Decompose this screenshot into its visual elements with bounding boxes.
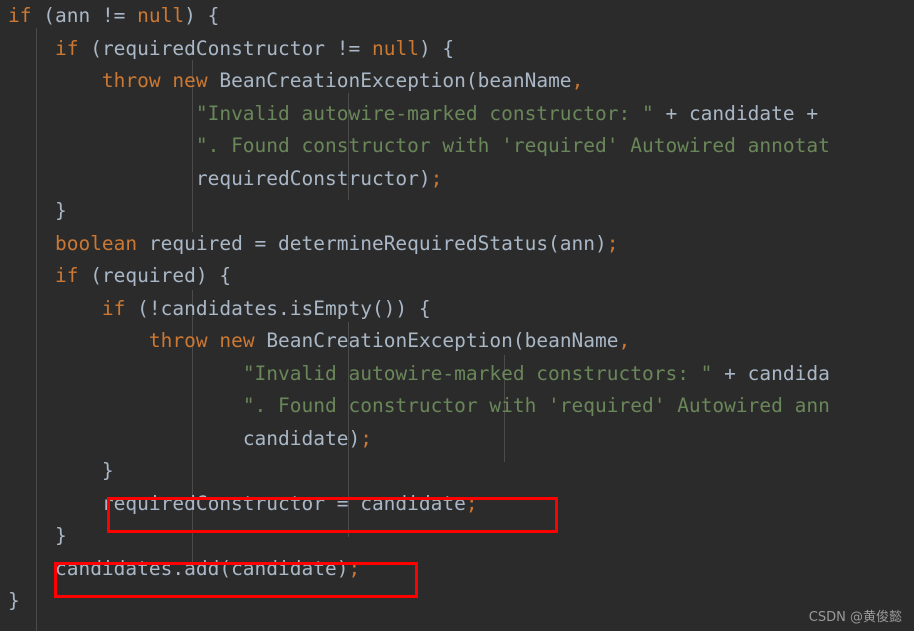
code-line[interactable]: if (ann != null) { <box>8 0 219 33</box>
watermark-label: CSDN @黄俊懿 <box>808 610 902 625</box>
code-token-plain: != <box>325 36 372 60</box>
code-line[interactable]: candidate); <box>8 423 372 456</box>
code-line[interactable]: } <box>8 520 67 553</box>
code-token-id: + candida <box>712 361 830 385</box>
code-line[interactable]: if (requiredConstructor != null) { <box>8 33 454 66</box>
code-token-kw: new <box>219 329 255 352</box>
code-line[interactable]: } <box>8 195 67 228</box>
code-token-id: BeanCreationException(beanName <box>207 69 572 92</box>
code-token-id: } <box>54 524 67 547</box>
code-token-plain: ( <box>31 4 55 27</box>
code-line[interactable]: if (!candidates.isEmpty()) { <box>8 293 431 326</box>
code-token-str: ". Found constructor with 'required' Aut… <box>195 134 830 157</box>
code-token-punc: ; <box>465 491 478 515</box>
code-token-id: requiredConstructor = candidate <box>101 491 466 515</box>
code-editor-area[interactable]: if (ann != null) { if (requiredConstruct… <box>0 0 914 631</box>
code-token-punc: , <box>618 329 631 352</box>
code-line[interactable]: throw new BeanCreationException(beanName… <box>8 65 583 98</box>
code-token-punc: ; <box>348 556 361 580</box>
code-line[interactable]: ". Found constructor with 'required' Aut… <box>8 390 830 423</box>
code-token-kw: boolean <box>54 231 138 255</box>
code-token-plain: ) { <box>418 36 455 60</box>
code-token-id: } <box>101 459 114 482</box>
code-token-str: "Invalid autowire-marked constructor: " <box>195 101 654 125</box>
code-token-kw: throw <box>148 329 208 352</box>
code-line[interactable]: requiredConstructor = candidate; <box>8 488 478 521</box>
code-line[interactable]: "Invalid autowire-marked constructors: "… <box>8 358 830 391</box>
code-token-kw: if <box>54 36 79 60</box>
code-token-str: ". Found constructor with 'required' Aut… <box>242 394 830 417</box>
code-line[interactable]: } <box>8 585 20 618</box>
code-token-kw: null <box>371 36 419 60</box>
code-token-id: candidates.add(candidate) <box>54 556 349 580</box>
code-token-id: (required) { <box>78 264 232 287</box>
code-token-id: candidate) <box>242 426 361 450</box>
code-token-plain: != <box>90 4 138 27</box>
code-token-id: required = determineRequiredStatus(ann) <box>137 231 607 255</box>
code-token-kw: if <box>8 4 32 27</box>
code-token-plain: ( <box>78 36 102 60</box>
code-token-punc: , <box>571 69 584 92</box>
code-token-kw: new <box>172 69 208 92</box>
code-token-plain: ) { <box>184 4 220 27</box>
code-screenshot: if (ann != null) { if (requiredConstruct… <box>0 0 914 631</box>
code-line[interactable]: candidates.add(candidate); <box>8 553 360 586</box>
code-line[interactable]: ". Found constructor with 'required' Aut… <box>8 130 830 163</box>
code-token-kw: throw <box>101 69 161 92</box>
code-token-id: } <box>54 199 67 222</box>
code-token-kw: null <box>137 4 185 27</box>
code-token-id: ann <box>54 4 91 27</box>
code-token-id: requiredConstructor) <box>195 166 431 190</box>
code-line[interactable]: requiredConstructor); <box>8 163 443 196</box>
code-token-punc: ; <box>360 426 372 450</box>
code-token-id: requiredConstructor <box>101 36 325 60</box>
code-token-str: "Invalid autowire-marked constructors: " <box>242 361 713 385</box>
code-token-id: + candidate + <box>653 101 819 125</box>
code-token-punc: ; <box>606 231 619 255</box>
code-line[interactable]: "Invalid autowire-marked constructor: " … <box>8 98 818 131</box>
code-token-id: } <box>8 589 20 612</box>
code-line[interactable]: throw new BeanCreationException(beanName… <box>8 325 630 358</box>
code-token-kw: if <box>101 296 126 320</box>
code-line[interactable]: } <box>8 455 114 488</box>
code-line[interactable]: boolean required = determineRequiredStat… <box>8 228 619 261</box>
code-token-id: BeanCreationException(beanName <box>254 329 619 352</box>
code-token-punc: ; <box>430 166 443 190</box>
code-line[interactable]: if (required) { <box>8 260 231 293</box>
code-token-id: (!candidates.isEmpty()) { <box>125 296 431 320</box>
code-token-kw: if <box>54 264 79 287</box>
